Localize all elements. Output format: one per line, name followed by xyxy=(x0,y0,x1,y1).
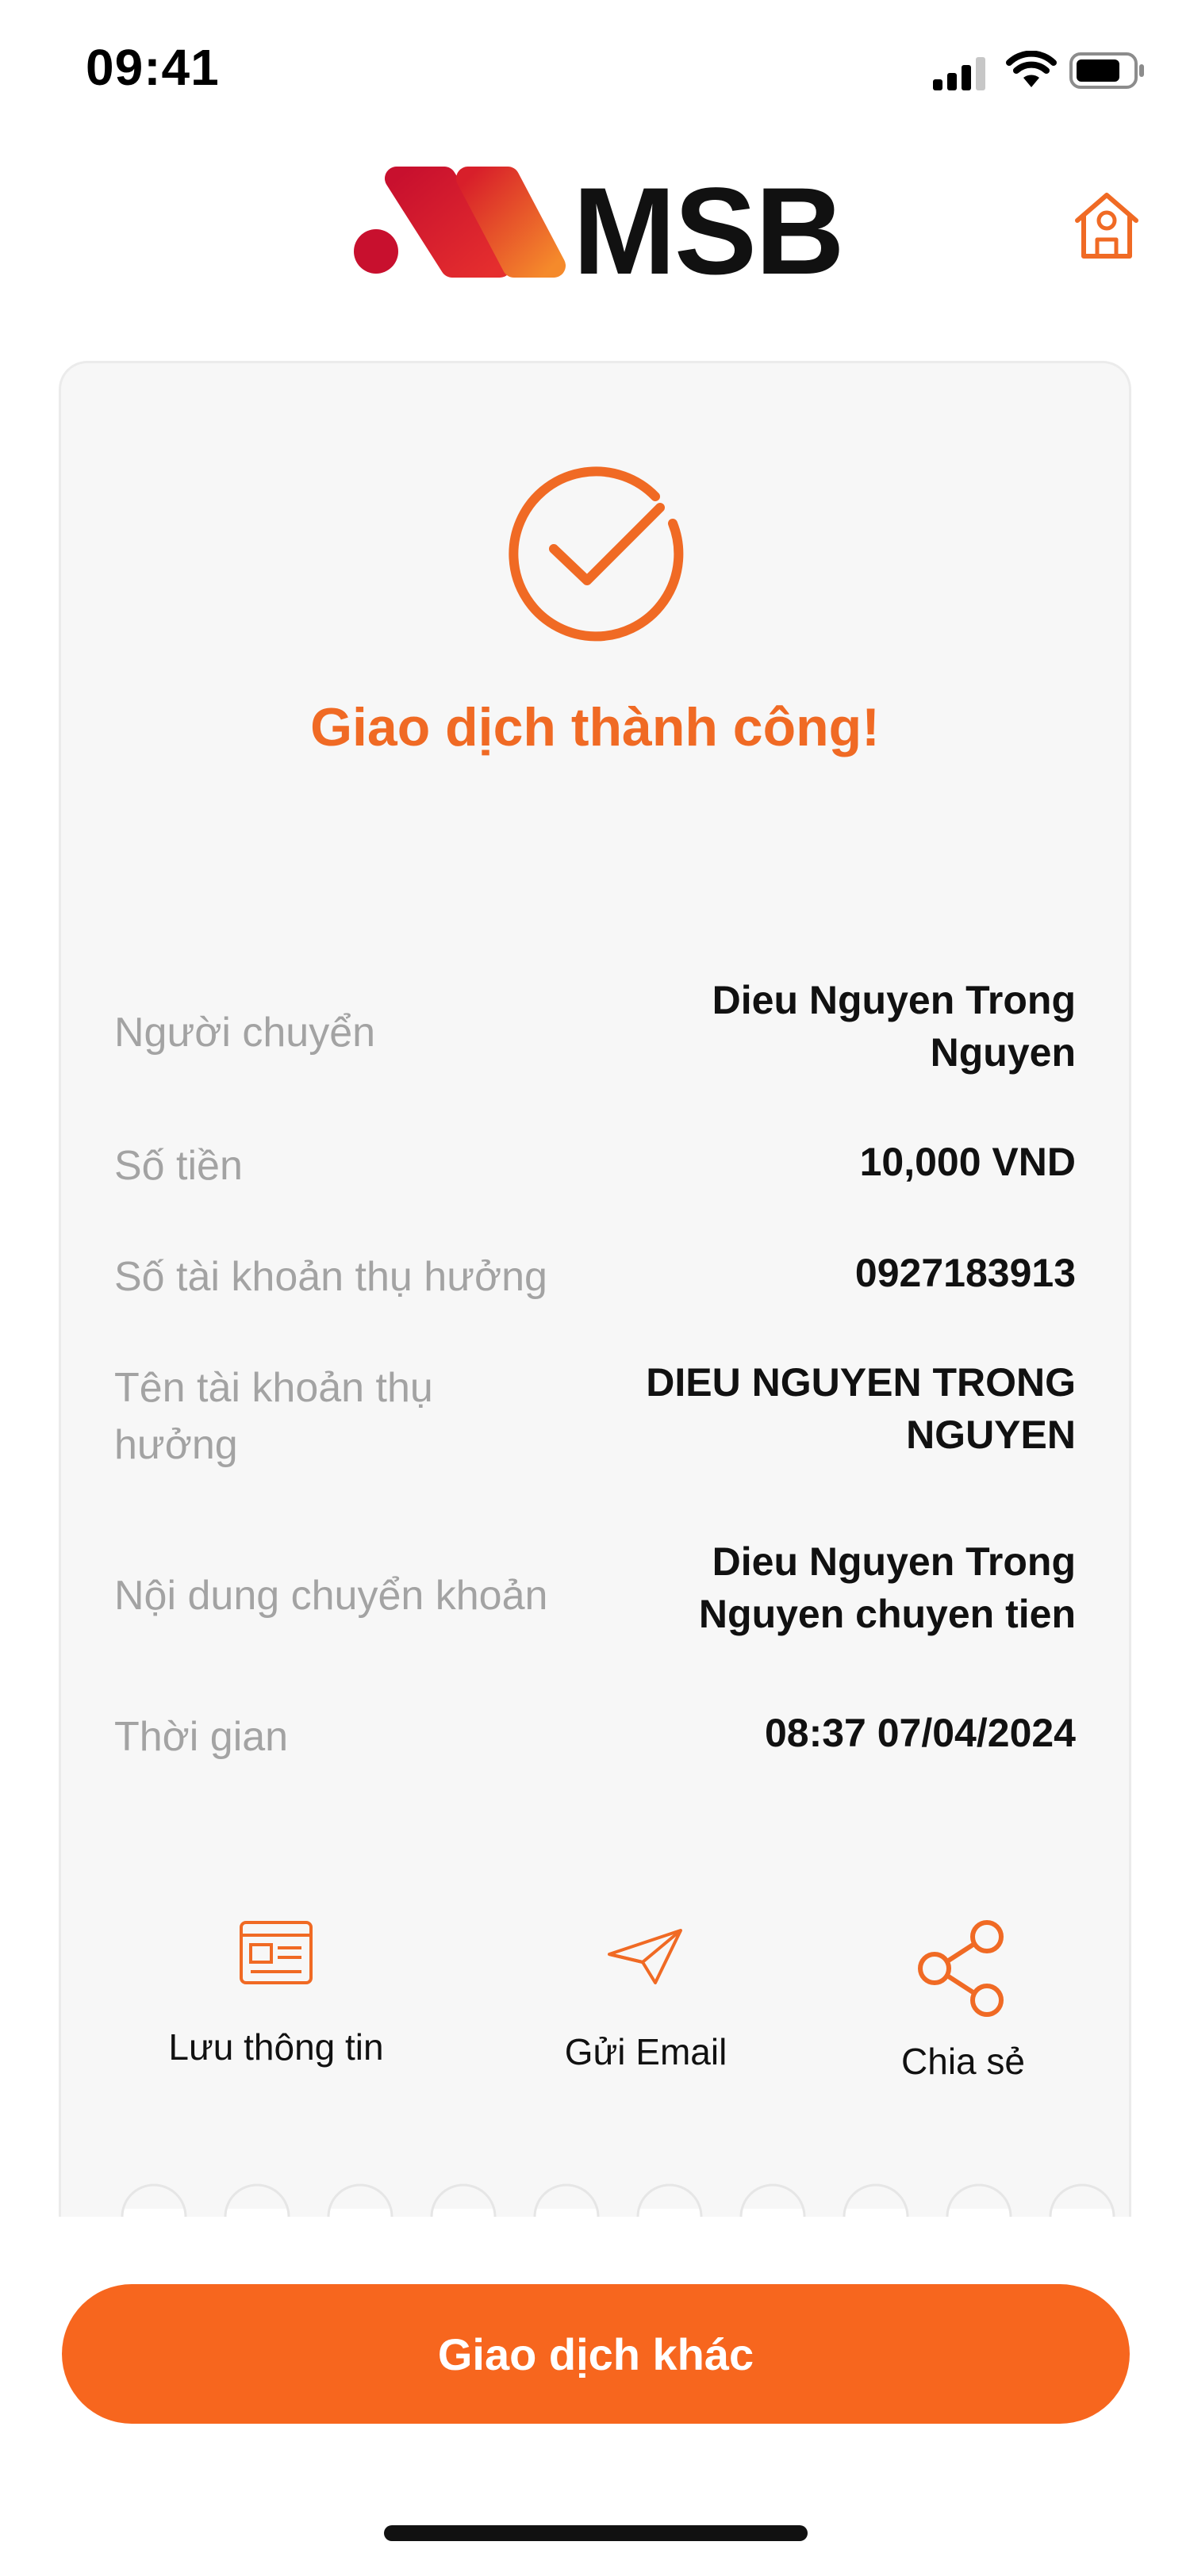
detail-label: Nội dung chuyển khoản xyxy=(114,1573,548,1619)
brand-name: MSB xyxy=(573,163,845,301)
detail-label: Số tiền xyxy=(114,1143,243,1189)
status-icons xyxy=(911,49,1149,90)
status-time: 09:41 xyxy=(86,39,220,96)
share-button[interactable]: Chia sẻ xyxy=(844,1919,1082,2083)
other-transaction-button[interactable]: Giao dịch khác xyxy=(62,2284,1130,2424)
success-title: Giao dịch thành công! xyxy=(310,697,880,757)
detail-row-account-number: Số tài khoản thụ hưởng 0927183913 xyxy=(114,1242,1076,1305)
detail-row-content: Nội dung chuyển khoản Dieu Nguyen Trong … xyxy=(114,1535,1076,1654)
id-card-icon xyxy=(240,1921,313,1984)
send-email-label: Gửi Email xyxy=(564,2031,727,2072)
detail-label: Thời gian xyxy=(114,1714,289,1760)
detail-row-amount: Số tiền 10,000 VND xyxy=(114,1131,1076,1194)
success-check-icon xyxy=(509,466,684,642)
detail-label: Người chuyển xyxy=(114,1010,376,1056)
detail-row-sender: Người chuyển Dieu Nguyen Trong Nguyen xyxy=(114,972,1076,1083)
save-info-label: Lưu thông tin xyxy=(168,2026,384,2068)
detail-row-time: Thời gian 08:37 07/04/2024 xyxy=(114,1702,1076,1765)
wifi-icon xyxy=(1006,51,1057,87)
detail-row-account-name: Tên tài khoản thụ hưởng DIEU NGUYEN TRON… xyxy=(114,1356,1076,1483)
detail-value: 0927183913 xyxy=(854,1251,1076,1295)
detail-label: Số tài khoản thụ hưởng xyxy=(114,1254,547,1300)
battery-icon xyxy=(1069,52,1144,89)
home-icon[interactable] xyxy=(1071,189,1142,264)
detail-value: Dieu Nguyen Trong Nguyen chuyen tien xyxy=(698,1539,1076,1636)
home-indicator xyxy=(384,2525,808,2541)
detail-label: Tên tài khoản thụ hưởng xyxy=(114,1365,433,1468)
detail-value: 10,000 VND xyxy=(859,1140,1076,1184)
receipt-scallop-edge xyxy=(59,2173,1131,2218)
share-icon xyxy=(918,1920,1004,2017)
detail-value: 08:37 07/04/2024 xyxy=(764,1711,1076,1755)
signal-icon xyxy=(933,57,985,90)
paper-plane-icon xyxy=(608,1929,682,1984)
detail-value: Dieu Nguyen Trong Nguyen xyxy=(712,978,1076,1075)
share-label: Chia sẻ xyxy=(901,2041,1025,2082)
send-email-button[interactable]: Gửi Email xyxy=(527,1927,765,2073)
detail-value: DIEU NGUYEN TRONG NGUYEN xyxy=(646,1360,1076,1457)
save-info-button[interactable]: Lưu thông tin xyxy=(157,1919,395,2068)
